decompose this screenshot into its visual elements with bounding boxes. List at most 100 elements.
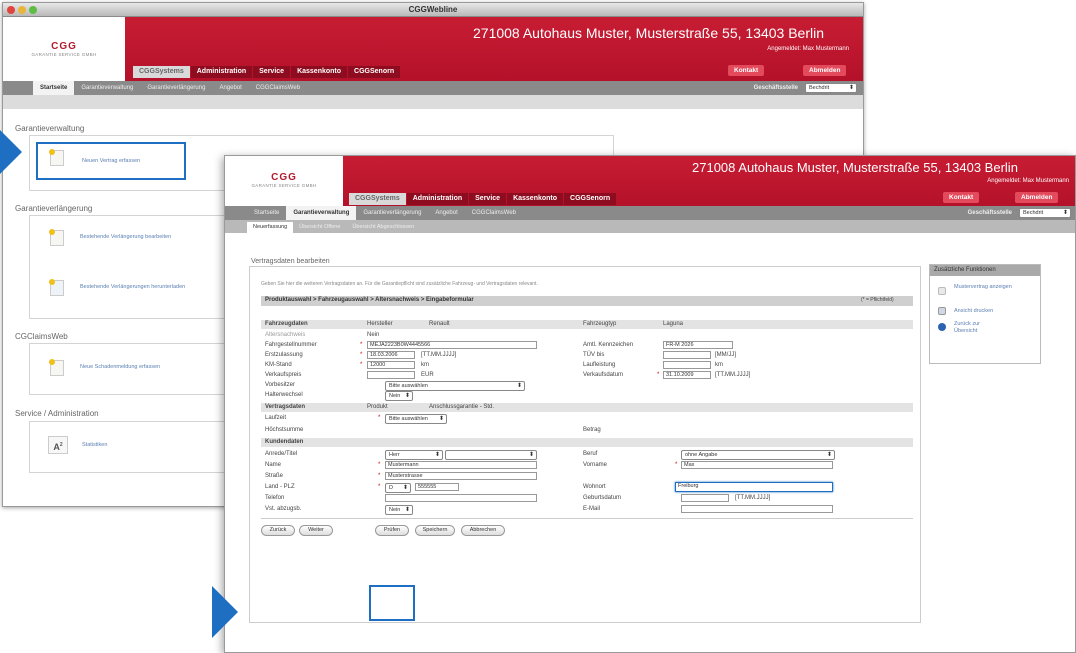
- title-select[interactable]: [445, 450, 537, 460]
- branch-select[interactable]: Bechdrit: [805, 83, 857, 93]
- back-button[interactable]: Zurück: [261, 525, 295, 536]
- section-box-service-admin: A2 Statistiken: [29, 421, 229, 473]
- subnav2-angebot[interactable]: Angebot: [428, 206, 464, 220]
- last-name-label: Name: [265, 462, 282, 468]
- tuev-input[interactable]: [663, 351, 711, 359]
- street-input[interactable]: Musterstrasse: [385, 472, 537, 480]
- subnav2-cggclaimsweb[interactable]: CGGClaimsWeb: [465, 206, 523, 220]
- edit-document-icon: [49, 229, 64, 246]
- download-extensions-link[interactable]: Bestehende Verlängerungen herunterladen: [80, 284, 200, 291]
- first-name-input[interactable]: Max: [681, 461, 833, 469]
- new-claim-link[interactable]: Neue Schadenmeldung erfassen: [80, 364, 200, 371]
- phone-label: Telefon: [265, 495, 285, 501]
- price-label: Verkaufspreis: [265, 372, 302, 378]
- required-star: *: [378, 415, 381, 421]
- statistics-link[interactable]: Statistiken: [82, 442, 107, 449]
- logged-in-user: Angemeldet: Max Mustermann: [767, 46, 849, 52]
- tab-uebersicht-abgeschlossen[interactable]: Übersicht Abgeschlossen: [346, 222, 420, 233]
- email-input[interactable]: [681, 505, 833, 513]
- print-view-link[interactable]: Ansicht drucken: [954, 308, 993, 315]
- customer-header-row: [261, 438, 913, 447]
- subnav2-garantieverwaltung[interactable]: Garantieverwaltung: [286, 206, 357, 220]
- branch-select-2[interactable]: Bechdrit: [1019, 208, 1071, 218]
- nav-kassenkonto[interactable]: Kassenkonto: [291, 66, 348, 78]
- highlight-new-contract: [36, 142, 186, 180]
- price-input[interactable]: [367, 371, 415, 379]
- profession-label: Beruf: [583, 451, 598, 457]
- mileage-input[interactable]: 12000: [367, 361, 415, 369]
- tab-neuerfassung[interactable]: Neuerfassung: [247, 222, 294, 233]
- save-button[interactable]: Speichern: [415, 525, 455, 536]
- first-registration-input[interactable]: 18.03.2006: [367, 351, 415, 359]
- company-address: 271008 Autohaus Muster, Musterstraße 55,…: [473, 25, 824, 41]
- subnav-startseite[interactable]: Startseite: [33, 81, 75, 95]
- term-label: Laufzeit: [265, 415, 287, 421]
- subnav2-startseite[interactable]: Startseite: [247, 206, 286, 220]
- subnav-garantieverlaengerung[interactable]: Garantieverlängerung: [140, 81, 212, 95]
- distance-label: Laufleistung: [583, 362, 616, 368]
- nav2-cggsystems[interactable]: CGGSystems: [349, 193, 406, 205]
- owner-change-label: Halterwechsel: [265, 392, 303, 398]
- breadcrumb: Produktauswahl > Fahrzeugauswahl > Alter…: [265, 297, 474, 303]
- section-box-garantieverlaengerung: Bestehende Verlängerung bearbeiten Beste…: [29, 215, 229, 319]
- nav2-cggsenorn[interactable]: CGGSenorn: [564, 193, 617, 205]
- subnav-cggclaimsweb[interactable]: CGGClaimsWeb: [249, 81, 307, 95]
- manufacturer-value: Renault: [429, 321, 450, 327]
- back-to-overview-link[interactable]: Zurück zur Übersicht: [954, 321, 1000, 335]
- abmelden-button-2[interactable]: Abmelden: [1015, 192, 1059, 203]
- amount-label: Betrag: [583, 427, 601, 433]
- nav2-kassenkonto[interactable]: Kassenkonto: [507, 193, 564, 205]
- window-titlebar: CGGWebline: [3, 3, 863, 17]
- abmelden-button[interactable]: Abmelden: [803, 65, 847, 76]
- nav-administration[interactable]: Administration: [190, 66, 253, 78]
- download-icon: [49, 279, 64, 296]
- sample-contract-link[interactable]: Mustervertrag anzeigen: [954, 284, 1024, 291]
- subnav-garantieverwaltung[interactable]: Garantieverwaltung: [74, 81, 140, 95]
- edit-extension-link[interactable]: Bestehende Verlängerung bearbeiten: [80, 234, 200, 241]
- sub-nav: Startseite Garantieverwaltung Garantieve…: [3, 81, 863, 95]
- subnav2-garantieverlaengerung[interactable]: Garantieverlängerung: [356, 206, 428, 220]
- next-button[interactable]: Weiter: [299, 525, 333, 536]
- nav2-administration[interactable]: Administration: [406, 193, 469, 205]
- email-label: E-Mail: [583, 506, 601, 512]
- nav-cggsenorn[interactable]: CGGSenorn: [348, 66, 401, 78]
- salutation-select[interactable]: Herr: [385, 450, 443, 460]
- sale-date-input[interactable]: 31.10.2009: [663, 371, 711, 379]
- plate-input[interactable]: FR-M 2026: [663, 341, 733, 349]
- subnav-angebot[interactable]: Angebot: [212, 81, 248, 95]
- nav-cggsystems[interactable]: CGGSystems: [133, 66, 190, 78]
- country-select[interactable]: D: [385, 483, 411, 493]
- term-select[interactable]: Bitte auswählen: [385, 414, 447, 424]
- vin-input[interactable]: MEJA2223B0W4445566: [367, 341, 537, 349]
- document-icon: [938, 287, 946, 295]
- tab-uebersicht-offene[interactable]: Übersicht Offene: [293, 222, 346, 233]
- required-hint: (* = Pflichtfeld): [861, 297, 894, 303]
- branch-label-2: Geschäftsstelle: [967, 210, 1012, 216]
- app-header-2: CGG GARANTIE SERVICE GMBH 271008 Autohau…: [225, 156, 1075, 206]
- required-star: *: [360, 342, 363, 348]
- zip-input[interactable]: 555555: [415, 483, 459, 491]
- toolbar-strip: [3, 95, 863, 109]
- city-input[interactable]: Freiburg: [675, 482, 833, 492]
- phone-input[interactable]: [385, 494, 537, 502]
- section-box-cgclaimsweb: Neue Schadenmeldung erfassen: [29, 343, 229, 395]
- nav2-service[interactable]: Service: [469, 193, 507, 205]
- owner-change-select[interactable]: Nein: [385, 391, 413, 401]
- tuev-label: TÜV bis: [583, 352, 605, 358]
- kontakt-button[interactable]: Kontakt: [728, 65, 765, 76]
- street-label: Straße: [265, 473, 284, 479]
- previous-owner-select[interactable]: Bitte auswählen: [385, 381, 525, 391]
- sale-date-format-hint: [TT.MM.JJJJ]: [715, 372, 751, 378]
- country-zip-label: Land - PLZ: [265, 484, 295, 490]
- birthdate-input[interactable]: [681, 494, 729, 502]
- distance-input[interactable]: [663, 361, 711, 369]
- nav-service[interactable]: Service: [253, 66, 291, 78]
- contract-header: Vertragsdaten: [265, 404, 306, 410]
- cancel-button[interactable]: Abbrechen: [461, 525, 505, 536]
- tuev-format-hint: [MM/JJ]: [715, 352, 736, 358]
- last-name-input[interactable]: Mustermann: [385, 461, 537, 469]
- profession-select[interactable]: ohne Angabe: [681, 450, 835, 460]
- check-button[interactable]: Prüfen: [375, 525, 409, 536]
- tax-deductible-select[interactable]: Nein: [385, 505, 413, 515]
- kontakt-button-2[interactable]: Kontakt: [943, 192, 980, 203]
